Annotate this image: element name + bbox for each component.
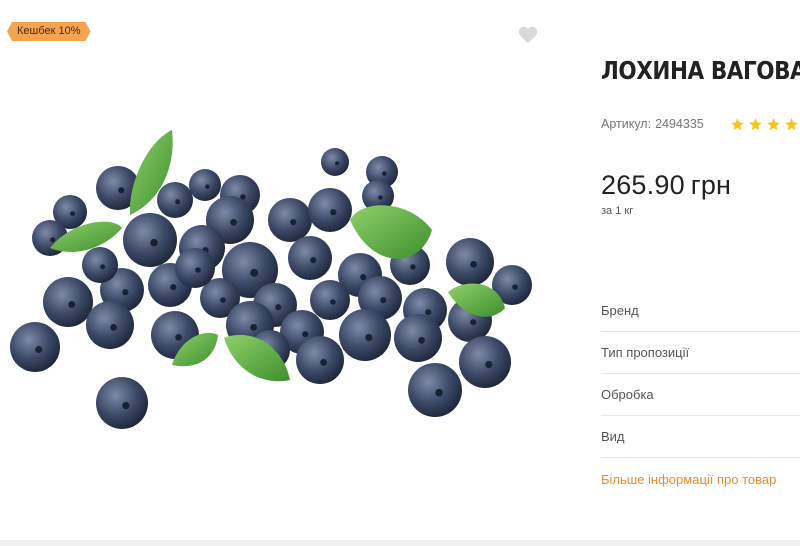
blueberry-crown	[470, 319, 477, 326]
blueberry	[310, 280, 350, 320]
blueberry	[82, 247, 118, 283]
blueberry	[43, 277, 93, 327]
product-gallery: Кешбек 10%	[0, 0, 560, 540]
blueberry	[268, 198, 312, 242]
blueberry	[10, 322, 60, 372]
blueberry-crown	[330, 209, 337, 216]
blueberry-crown	[485, 360, 493, 369]
blueberry-crown	[122, 289, 129, 296]
blueberry-crown	[100, 264, 106, 270]
sku: Артикул: 2494335	[601, 117, 704, 131]
blueberry	[123, 213, 177, 267]
blueberry-crown	[70, 211, 75, 217]
bottom-divider	[0, 540, 800, 546]
blueberry-crown	[250, 268, 259, 277]
price-currency: грн	[690, 170, 732, 200]
blueberry	[296, 336, 344, 384]
heart-icon[interactable]	[517, 24, 539, 44]
product-page: Кешбек 10% ЛОХИНА ВАГОВА Артикул: 249433…	[0, 0, 800, 546]
blueberry-crown	[335, 161, 340, 166]
blueberry-crown	[310, 257, 317, 264]
attribute-label: Тип пропозиції	[601, 345, 690, 360]
blueberry	[86, 301, 134, 349]
blueberry-crown	[330, 299, 336, 305]
blueberry	[394, 314, 442, 362]
blueberry-crown	[410, 264, 416, 270]
blueberry-crown	[275, 304, 282, 311]
blueberry-crown	[302, 331, 309, 338]
blueberry-crown	[170, 284, 177, 291]
blueberry-crown	[470, 261, 477, 268]
blueberry-crown	[418, 337, 425, 344]
sku-value: 2494335	[655, 117, 704, 131]
blueberry-crown	[110, 324, 117, 331]
blueberry	[96, 377, 148, 429]
attribute-processing[interactable]: Обробка	[601, 374, 800, 416]
blueberry	[288, 236, 332, 280]
blueberry	[459, 336, 511, 388]
blueberry-crown	[122, 401, 130, 410]
blueberry	[408, 363, 462, 417]
blueberry-crown	[205, 184, 210, 189]
star-icon	[767, 117, 780, 130]
blueberry-crown	[50, 237, 56, 243]
cashback-badge: Кешбек 10%	[7, 22, 91, 41]
blueberry	[157, 182, 193, 218]
blueberry-crown	[118, 187, 125, 194]
sku-label: Артикул:	[601, 117, 652, 131]
blueberry-crown	[68, 301, 76, 308]
blueberry-crown	[378, 195, 383, 200]
blueberry	[339, 309, 391, 361]
price-value: 265.90	[601, 170, 685, 200]
blueberry-crown	[382, 171, 387, 176]
blueberry-crown	[250, 324, 257, 331]
blueberry	[321, 148, 349, 176]
blueberry-crown	[435, 388, 443, 397]
star-icon	[731, 117, 744, 130]
blueberry-crown	[360, 274, 367, 281]
blueberry-crown	[230, 219, 237, 226]
blueberry-crown	[150, 238, 158, 247]
blueberry-crown	[175, 334, 182, 341]
blueberry	[175, 248, 215, 288]
product-image	[10, 130, 532, 429]
blueberry	[446, 238, 494, 286]
attribute-label: Обробка	[601, 387, 654, 402]
star-icon	[749, 117, 762, 130]
attribute-label: Бренд	[601, 303, 639, 318]
blueberry	[308, 188, 352, 232]
blueberry-crown	[175, 199, 181, 205]
blueberry-crown	[365, 333, 373, 342]
product-attributes: Бренд Тип пропозиції Обробка Вид	[601, 290, 800, 458]
sku-rating-row: Артикул: 2494335	[601, 115, 800, 133]
attribute-label: Вид	[601, 429, 625, 444]
price: 265.90 грн	[601, 170, 731, 201]
blueberry-crown	[220, 297, 226, 303]
product-title: ЛОХИНА ВАГОВА	[601, 56, 800, 85]
blueberry-crown	[512, 284, 518, 290]
attribute-offer-type[interactable]: Тип пропозиції	[601, 332, 800, 374]
price-unit: за 1 кг	[601, 205, 634, 217]
blueberry-crown	[290, 219, 297, 226]
blueberry-crown	[380, 297, 387, 304]
blueberry	[189, 169, 221, 201]
attribute-brand[interactable]: Бренд	[601, 290, 800, 332]
blueberry-crown	[195, 267, 201, 273]
blueberry-crown	[425, 309, 432, 316]
more-info-link[interactable]: Більше інформації про товар	[601, 472, 776, 487]
rating-stars[interactable]	[730, 117, 799, 132]
star-icon	[785, 117, 798, 130]
attribute-kind[interactable]: Вид	[601, 416, 800, 458]
blueberry-crown	[35, 346, 43, 353]
blueberry-crown	[320, 359, 327, 366]
product-info-panel: ЛОХИНА ВАГОВА Артикул: 2494335 265.90 грн …	[601, 0, 800, 540]
